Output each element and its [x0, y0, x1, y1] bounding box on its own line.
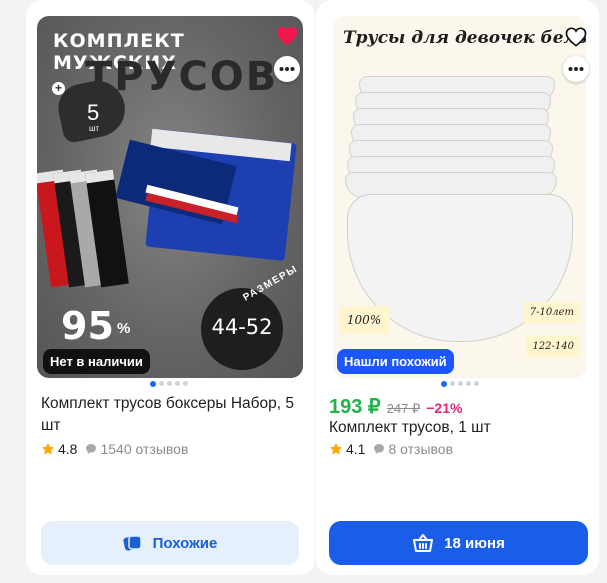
cart-button-label: 18 июня [444, 534, 505, 552]
gallery-dot [175, 381, 180, 386]
heart-icon[interactable] [276, 26, 298, 46]
rating-row: 4.1 8 отзывов [329, 441, 453, 457]
gallery-dot [458, 381, 463, 386]
age-note: 7-10лет [523, 302, 580, 323]
more-icon[interactable] [563, 56, 589, 82]
star-icon [329, 442, 343, 455]
image-title: Трусы для девочек белые [343, 28, 586, 48]
price-row: 193 ₽ 247 ₽ −21% [329, 394, 462, 419]
cotton-percent: 95 [61, 304, 114, 348]
add-to-cart-button[interactable]: 18 июня [329, 521, 588, 565]
rating-value: 4.1 [346, 441, 366, 457]
reviews-icon [86, 444, 97, 454]
size-note: 122-140 [526, 336, 580, 357]
similar-button[interactable]: Похожие [41, 521, 299, 565]
gallery-dots [150, 380, 188, 387]
product-image[interactable]: Трусы для девочек белые 100% 7-10лет 122… [333, 16, 586, 378]
found-similar-tag[interactable]: Нашли похожий [337, 349, 454, 374]
pack-count: 5 [87, 100, 100, 125]
old-price: 247 ₽ [386, 401, 421, 416]
product-title[interactable]: Комплект трусов, 1 шт [329, 417, 599, 439]
discount-badge: −21% [426, 400, 463, 416]
gallery-dot [183, 381, 188, 386]
similar-icon [123, 535, 142, 551]
gallery-dot [167, 381, 172, 386]
gallery-dot [474, 381, 479, 386]
product-card[interactable]: КОМПЛЕКТ МУЖСКИХ ТРУСОВ + 5 шт 95 % РАЗМ… [26, 0, 315, 575]
product-image[interactable]: КОМПЛЕКТ МУЖСКИХ ТРУСОВ + 5 шт 95 % РАЗМ… [37, 16, 303, 378]
percent-sign: % [117, 320, 131, 337]
cart-icon [413, 534, 434, 552]
heart-icon[interactable] [565, 27, 587, 47]
reviews-icon [374, 444, 385, 454]
more-icon[interactable] [274, 56, 300, 82]
current-price: 193 ₽ [329, 396, 381, 418]
status-badge: Нет в наличии [43, 349, 150, 374]
gallery-dots [441, 380, 479, 387]
star-icon [41, 442, 55, 455]
pack-unit: шт [89, 124, 100, 133]
rating-row: 4.8 1540 отзывов [41, 441, 188, 457]
material-note: 100% [339, 306, 389, 334]
product-title[interactable]: Комплект трусов боксеры Набор, 5 шт [41, 393, 311, 437]
sizes-range: 44-52 [211, 315, 273, 339]
reviews-count[interactable]: 1540 отзывов [100, 441, 188, 457]
plus-icon: + [52, 82, 65, 95]
reviews-count[interactable]: 8 отзывов [388, 441, 453, 457]
gallery-dot [466, 381, 471, 386]
product-card[interactable]: Трусы для девочек белые 100% 7-10лет 122… [316, 0, 599, 575]
gallery-dot-active [150, 380, 156, 387]
similar-button-label: Похожие [152, 534, 218, 552]
gallery-dot [159, 381, 164, 386]
rating-value: 4.8 [58, 441, 78, 457]
sizes-label: РАЗМЕРЫ [241, 263, 300, 304]
gallery-dot [450, 381, 455, 386]
gallery-dot-active [441, 380, 447, 387]
